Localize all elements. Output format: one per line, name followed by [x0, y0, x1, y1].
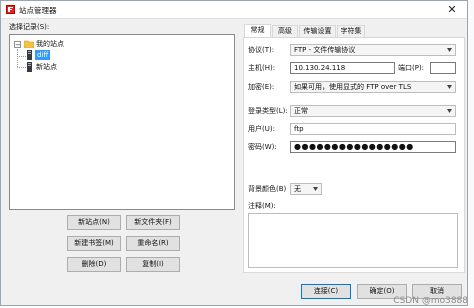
tree-connector [17, 49, 18, 67]
collapse-expander[interactable]: − [14, 41, 21, 49]
protocol-select[interactable]: FTP - 文件传输协议 [290, 44, 456, 56]
tree-connector [17, 67, 26, 68]
site-manager-window: 站点管理器 ✕ 选择记录(S): − 我的站点 diff 新站点 新站点(N) … [0, 0, 468, 306]
encryption-select[interactable]: 如果可用，使用显式的 FTP over TLS [290, 81, 456, 93]
site-tree[interactable]: − 我的站点 diff 新站点 [9, 34, 235, 210]
new-folder-button[interactable]: 新文件夹(F) [126, 215, 180, 230]
logon-type-select[interactable]: 正常 [290, 105, 456, 117]
chevron-down-icon [313, 187, 318, 191]
rename-button[interactable]: 重命名(R) [126, 236, 180, 251]
comments-textarea[interactable] [248, 213, 458, 268]
tab-transfer-settings[interactable]: 传输设置 [299, 25, 336, 37]
tab-general[interactable]: 常规 [244, 24, 271, 38]
select-entry-label: 选择记录(S): [9, 23, 50, 31]
protocol-label: 协议(T): [248, 46, 275, 54]
logon-type-label: 登录类型(L): [248, 107, 288, 115]
protocol-value: FTP - 文件传输协议 [294, 46, 356, 54]
port-label: 端口(P): [398, 64, 425, 72]
host-label: 主机(H): [248, 64, 276, 72]
password-label: 密码(W): [248, 143, 277, 151]
window-title: 站点管理器 [19, 6, 57, 15]
delete-button[interactable]: 删除(D) [67, 257, 121, 272]
user-value: ftp [294, 125, 304, 133]
tree-item-new-site[interactable]: 新站点 [36, 62, 57, 72]
general-tab-panel: 协议(T): FTP - 文件传输协议 主机(H): 10.130.24.118… [243, 37, 465, 273]
chevron-down-icon [447, 85, 452, 89]
encryption-value: 如果可用，使用显式的 FTP over TLS [294, 83, 412, 91]
new-site-button[interactable]: 新站点(N) [67, 215, 121, 230]
background-color-value: 无 [294, 185, 301, 193]
tab-charset[interactable]: 字符集 [337, 25, 365, 37]
port-field[interactable] [430, 62, 456, 74]
background-color-label: 背景颜色(B) [248, 185, 287, 193]
user-label: 用户(U): [248, 125, 275, 133]
tree-item-diff[interactable]: diff [35, 50, 51, 60]
background-color-select[interactable]: 无 [290, 183, 322, 195]
server-icon [27, 50, 32, 60]
host-field[interactable]: 10.130.24.118 [290, 62, 395, 74]
host-value: 10.130.24.118 [294, 64, 346, 72]
logon-type-value: 正常 [294, 107, 308, 115]
folder-icon [24, 40, 34, 48]
new-bookmark-button[interactable]: 新建书签(M) [67, 236, 121, 251]
chevron-down-icon [447, 48, 452, 52]
filezilla-app-icon [6, 5, 15, 14]
close-icon: ✕ [447, 3, 457, 16]
password-field[interactable]: ●●●●●●●●●●●●●●●● [290, 141, 456, 153]
tree-connector [17, 56, 26, 57]
copy-button[interactable]: 复制(I) [126, 257, 180, 272]
tab-advanced[interactable]: 高级 [272, 25, 298, 37]
chevron-down-icon [447, 109, 452, 113]
watermark-text: CSDN @mo3888 [393, 296, 468, 306]
tree-root-my-sites[interactable]: 我的站点 [36, 39, 64, 49]
password-value: ●●●●●●●●●●●●●●●● [294, 142, 414, 151]
encryption-label: 加密(E): [248, 83, 275, 91]
background-strip [468, 0, 474, 308]
comments-label: 注释(M): [248, 202, 276, 210]
close-button[interactable]: ✕ [437, 1, 467, 18]
server-icon [27, 62, 32, 72]
title-bar: 站点管理器 ✕ [1, 1, 467, 19]
connect-button[interactable]: 连接(C) [301, 284, 351, 299]
user-field[interactable]: ftp [290, 123, 456, 135]
